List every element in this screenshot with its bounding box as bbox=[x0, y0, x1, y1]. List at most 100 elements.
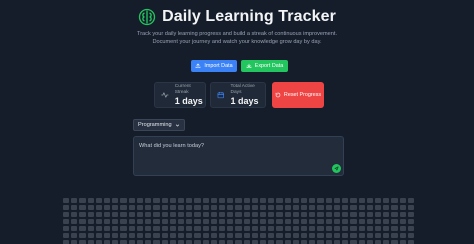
activity-day-cell[interactable] bbox=[358, 212, 365, 217]
activity-day-cell[interactable] bbox=[71, 198, 78, 203]
activity-day-cell[interactable] bbox=[95, 212, 103, 217]
activity-day-cell[interactable] bbox=[374, 212, 382, 217]
activity-day-cell[interactable] bbox=[284, 240, 291, 244]
activity-day-cell[interactable] bbox=[202, 198, 209, 203]
activity-day-cell[interactable] bbox=[169, 226, 176, 231]
activity-day-cell[interactable] bbox=[276, 212, 283, 217]
activity-day-cell[interactable] bbox=[301, 240, 308, 244]
activity-day-cell[interactable] bbox=[218, 198, 226, 203]
activity-day-cell[interactable] bbox=[169, 219, 176, 224]
activity-day-cell[interactable] bbox=[399, 198, 406, 203]
reset-progress-button[interactable]: Reset Progress bbox=[272, 82, 324, 108]
activity-day-cell[interactable] bbox=[358, 240, 365, 244]
activity-day-cell[interactable] bbox=[186, 240, 193, 244]
activity-day-cell[interactable] bbox=[177, 226, 185, 231]
activity-day-cell[interactable] bbox=[268, 205, 275, 210]
activity-day-cell[interactable] bbox=[333, 205, 341, 210]
activity-day-cell[interactable] bbox=[407, 233, 414, 238]
activity-day-cell[interactable] bbox=[317, 219, 324, 224]
activity-day-cell[interactable] bbox=[350, 219, 357, 224]
activity-day-cell[interactable] bbox=[366, 212, 373, 217]
activity-day-cell[interactable] bbox=[251, 226, 259, 231]
activity-day-cell[interactable] bbox=[301, 226, 308, 231]
activity-day-cell[interactable] bbox=[210, 198, 217, 203]
activity-day-cell[interactable] bbox=[153, 205, 160, 210]
activity-day-cell[interactable] bbox=[202, 212, 209, 217]
activity-day-cell[interactable] bbox=[153, 233, 160, 238]
activity-day-cell[interactable] bbox=[399, 233, 406, 238]
activity-day-cell[interactable] bbox=[227, 226, 234, 231]
activity-day-cell[interactable] bbox=[276, 198, 283, 203]
activity-day-cell[interactable] bbox=[309, 219, 316, 224]
activity-day-cell[interactable] bbox=[104, 233, 111, 238]
activity-day-cell[interactable] bbox=[128, 233, 135, 238]
activity-day-cell[interactable] bbox=[87, 226, 94, 231]
activity-day-cell[interactable] bbox=[350, 212, 357, 217]
activity-day-cell[interactable] bbox=[342, 212, 349, 217]
activity-day-cell[interactable] bbox=[260, 219, 267, 224]
activity-day-cell[interactable] bbox=[218, 233, 226, 238]
activity-day-cell[interactable] bbox=[136, 226, 144, 231]
activity-day-cell[interactable] bbox=[268, 240, 275, 244]
activity-day-cell[interactable] bbox=[342, 205, 349, 210]
activity-day-cell[interactable] bbox=[210, 205, 217, 210]
activity-day-cell[interactable] bbox=[227, 205, 234, 210]
activity-day-cell[interactable] bbox=[177, 198, 185, 203]
activity-day-cell[interactable] bbox=[243, 212, 250, 217]
activity-day-cell[interactable] bbox=[186, 198, 193, 203]
activity-day-cell[interactable] bbox=[63, 212, 70, 217]
activity-day-cell[interactable] bbox=[358, 198, 365, 203]
activity-day-cell[interactable] bbox=[276, 233, 283, 238]
activity-day-cell[interactable] bbox=[120, 212, 127, 217]
activity-day-cell[interactable] bbox=[333, 212, 341, 217]
activity-day-cell[interactable] bbox=[153, 240, 160, 244]
activity-day-cell[interactable] bbox=[333, 226, 341, 231]
activity-day-cell[interactable] bbox=[383, 219, 390, 224]
activity-day-cell[interactable] bbox=[186, 212, 193, 217]
activity-day-cell[interactable] bbox=[136, 212, 144, 217]
activity-day-cell[interactable] bbox=[358, 233, 365, 238]
activity-day-cell[interactable] bbox=[284, 226, 291, 231]
activity-day-cell[interactable] bbox=[112, 233, 119, 238]
activity-day-cell[interactable] bbox=[120, 219, 127, 224]
activity-day-cell[interactable] bbox=[317, 212, 324, 217]
activity-day-cell[interactable] bbox=[87, 240, 94, 244]
activity-day-cell[interactable] bbox=[292, 240, 300, 244]
activity-day-cell[interactable] bbox=[284, 198, 291, 203]
activity-day-cell[interactable] bbox=[128, 205, 135, 210]
activity-day-cell[interactable] bbox=[71, 212, 78, 217]
activity-day-cell[interactable] bbox=[342, 219, 349, 224]
activity-day-cell[interactable] bbox=[194, 240, 201, 244]
activity-day-cell[interactable] bbox=[79, 233, 86, 238]
activity-day-cell[interactable] bbox=[309, 205, 316, 210]
activity-day-cell[interactable] bbox=[63, 240, 70, 244]
activity-day-cell[interactable] bbox=[79, 205, 86, 210]
activity-day-cell[interactable] bbox=[276, 219, 283, 224]
activity-day-cell[interactable] bbox=[227, 219, 234, 224]
activity-day-cell[interactable] bbox=[391, 205, 398, 210]
activity-day-cell[interactable] bbox=[358, 226, 365, 231]
activity-day-cell[interactable] bbox=[366, 233, 373, 238]
activity-day-cell[interactable] bbox=[243, 198, 250, 203]
activity-day-cell[interactable] bbox=[87, 198, 94, 203]
activity-day-cell[interactable] bbox=[383, 233, 390, 238]
activity-day-cell[interactable] bbox=[79, 226, 86, 231]
activity-day-cell[interactable] bbox=[325, 219, 332, 224]
activity-day-cell[interactable] bbox=[251, 205, 259, 210]
activity-day-cell[interactable] bbox=[63, 205, 70, 210]
activity-day-cell[interactable] bbox=[186, 205, 193, 210]
activity-day-cell[interactable] bbox=[374, 219, 382, 224]
activity-day-cell[interactable] bbox=[333, 219, 341, 224]
activity-day-cell[interactable] bbox=[374, 240, 382, 244]
activity-day-cell[interactable] bbox=[235, 226, 242, 231]
activity-day-cell[interactable] bbox=[243, 226, 250, 231]
activity-day-cell[interactable] bbox=[95, 240, 103, 244]
activity-day-cell[interactable] bbox=[218, 212, 226, 217]
activity-day-cell[interactable] bbox=[210, 212, 217, 217]
activity-day-cell[interactable] bbox=[235, 198, 242, 203]
activity-day-cell[interactable] bbox=[202, 205, 209, 210]
activity-day-cell[interactable] bbox=[399, 212, 406, 217]
activity-day-cell[interactable] bbox=[309, 198, 316, 203]
activity-day-cell[interactable] bbox=[284, 233, 291, 238]
activity-day-cell[interactable] bbox=[243, 240, 250, 244]
